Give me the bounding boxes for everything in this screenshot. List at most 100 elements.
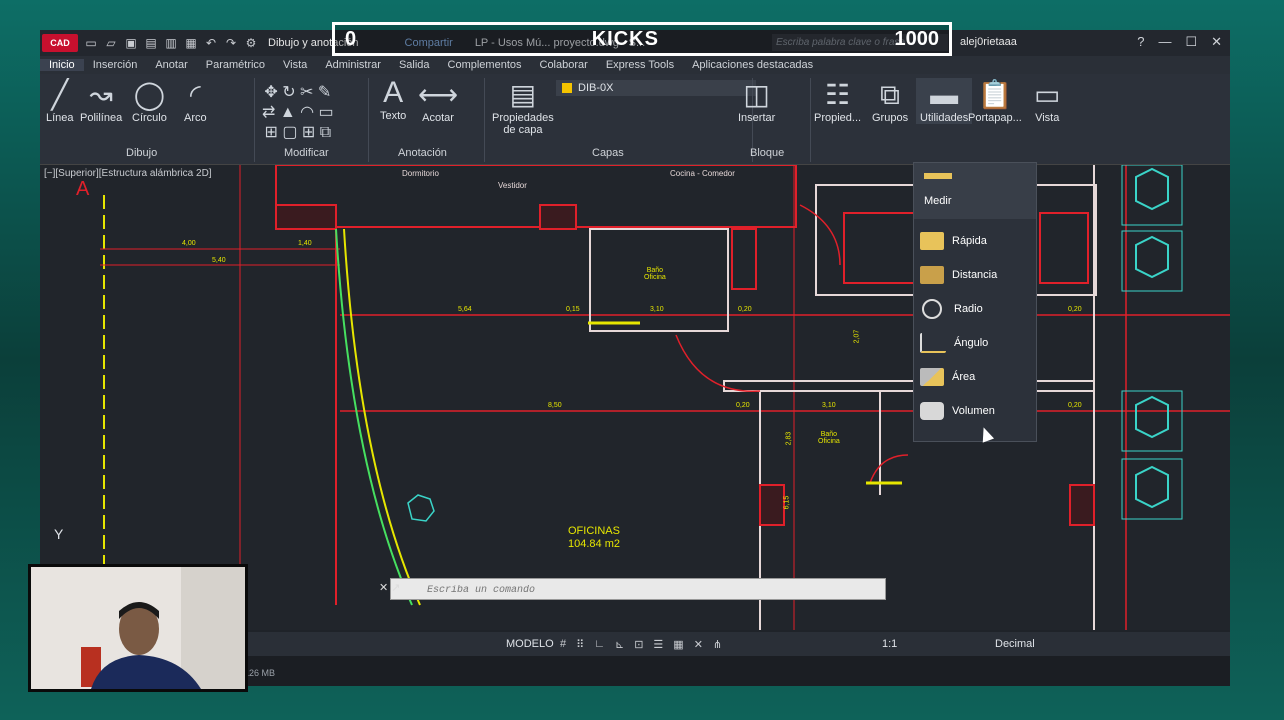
close-icon[interactable]: ✕ ↗: [379, 581, 401, 594]
snap-icon[interactable]: ⠿: [576, 638, 584, 651]
polar-icon[interactable]: ⊾: [615, 638, 624, 651]
view-tool[interactable]: ▭ Vista: [1034, 78, 1060, 124]
kicks-label: KICKS: [591, 27, 659, 50]
gear-icon[interactable]: ⚙: [244, 36, 258, 50]
annotation-scale[interactable]: 1:1: [882, 638, 897, 650]
layer-dropdown[interactable]: DIB-0X: [556, 80, 756, 96]
panel-modificar[interactable]: Modificar: [284, 147, 329, 159]
layers-icon: ▤: [509, 79, 537, 110]
door-swing: [799, 204, 841, 266]
maximize-icon[interactable]: ☐: [1185, 34, 1197, 50]
selection-icon[interactable]: ✕: [694, 638, 703, 651]
user-account[interactable]: alej0rietaaa: [960, 36, 1017, 48]
radius-icon: [922, 299, 942, 319]
view-icon: ▭: [1034, 79, 1061, 110]
arc-tool[interactable]: ◜ Arco: [184, 78, 207, 124]
polyline-tool[interactable]: ↝ Polilínea: [80, 78, 122, 124]
print-icon[interactable]: ▦: [184, 36, 198, 50]
tab-inicio[interactable]: Inicio: [40, 59, 84, 71]
tab-complementos[interactable]: Complementos: [439, 59, 531, 71]
tab-anotar[interactable]: Anotar: [146, 59, 196, 71]
redo-icon[interactable]: ↷: [224, 36, 238, 50]
dimension-tool[interactable]: ⟷ Acotar: [418, 78, 458, 124]
line-tool[interactable]: ╱ Línea: [46, 78, 74, 124]
transparency-icon[interactable]: ▦: [673, 638, 683, 651]
wall: [539, 204, 577, 230]
insert-tool[interactable]: ◫ Insertar: [738, 78, 775, 124]
webcam-overlay: [28, 564, 248, 692]
panel-anotacion[interactable]: Anotación: [398, 147, 447, 159]
new-file-icon[interactable]: ▭: [84, 36, 98, 50]
autocad-logo[interactable]: CAD: [42, 34, 78, 52]
clipboard-tool[interactable]: 📋 Portapap...: [968, 78, 1022, 124]
layer-properties-tool[interactable]: ▤ Propiedades de capa: [492, 78, 554, 136]
help-icon[interactable]: ?: [1137, 34, 1144, 50]
undo-icon[interactable]: ↶: [204, 36, 218, 50]
divider: [368, 78, 369, 162]
publish-icon[interactable]: ▥: [164, 36, 178, 50]
door-swing: [675, 334, 761, 392]
divider: [810, 78, 811, 162]
tab-aplicaciones[interactable]: Aplicaciones destacadas: [683, 59, 822, 71]
wall: [731, 228, 757, 290]
save-as-icon[interactable]: ▤: [144, 36, 158, 50]
osnap-icon[interactable]: ⊡: [634, 638, 643, 651]
divider: [254, 78, 255, 162]
tab-salida[interactable]: Salida: [390, 59, 439, 71]
text-icon: A: [383, 76, 404, 109]
kick-count-right: 1000: [894, 27, 939, 50]
text-tool[interactable]: A Texto: [380, 76, 406, 122]
tab-express-tools[interactable]: Express Tools: [597, 59, 683, 71]
panel-bloque[interactable]: Bloque: [750, 147, 784, 159]
kick-counter-overlay: 0 KICKS 1000: [332, 22, 952, 56]
medir-rapida[interactable]: Rápida: [914, 225, 1036, 257]
command-line[interactable]: ✕ ↗: [379, 578, 886, 601]
medir-distancia[interactable]: Distancia: [914, 259, 1036, 291]
column-frame: [1121, 165, 1183, 226]
panel-dibujo[interactable]: Dibujo: [126, 147, 157, 159]
wall: [723, 380, 1095, 392]
viewport-controls[interactable]: [−][Superior][Estructura alámbrica 2D]: [44, 168, 212, 179]
wall: [1039, 212, 1089, 284]
minimize-icon[interactable]: —: [1158, 34, 1171, 50]
dimension-text: 0,15: [566, 306, 580, 313]
drawing-canvas[interactable]: [−][Superior][Estructura alámbrica 2D] A…: [40, 165, 1230, 630]
axis-marker: A: [76, 178, 90, 200]
room-area: 104.84 m2: [568, 538, 620, 550]
tab-administrar[interactable]: Administrar: [316, 59, 390, 71]
model-tab[interactable]: MODELO: [506, 638, 554, 650]
medir-radio[interactable]: Radio: [914, 293, 1036, 325]
dimension-text: 3,10: [650, 306, 664, 313]
dimension-label: Acotar: [422, 112, 454, 124]
annotation-icon[interactable]: ⋔: [713, 638, 722, 651]
medir-area[interactable]: Área: [914, 361, 1036, 393]
command-input[interactable]: [425, 580, 849, 601]
close-icon[interactable]: ✕: [1211, 34, 1222, 50]
arc-icon: ◜: [189, 79, 201, 110]
room-label: Baño Oficina: [818, 431, 840, 445]
medir-volumen[interactable]: Volumen: [914, 395, 1036, 427]
window-controls: ? — ☐ ✕: [1137, 34, 1222, 50]
save-icon[interactable]: ▣: [124, 36, 138, 50]
medir-angulo[interactable]: Ángulo: [914, 327, 1036, 359]
wall: [759, 484, 785, 526]
tab-colaborar[interactable]: Colaborar: [531, 59, 597, 71]
groups-tool[interactable]: ⧉ Grupos: [872, 78, 908, 124]
lineweight-icon[interactable]: ☰: [653, 638, 663, 651]
grid-icon[interactable]: #: [560, 638, 566, 651]
utilities-tool[interactable]: ▬ Utilidades: [916, 78, 973, 124]
tab-insercion[interactable]: Inserción: [84, 59, 147, 71]
wall: [275, 204, 337, 230]
open-file-icon[interactable]: ▱: [104, 36, 118, 50]
tab-vista[interactable]: Vista: [274, 59, 316, 71]
modify-tools[interactable]: ✥ ↻ ✂ ✎ ⇄ ▲ ◠ ▭ ⊞ ▢ ⊞ ⧉: [262, 82, 334, 142]
tab-parametrico[interactable]: Paramétrico: [197, 59, 274, 71]
circle-tool[interactable]: ◯ Círculo: [132, 78, 167, 124]
medir-button[interactable]: Medir: [914, 163, 1036, 219]
panel-capas[interactable]: Capas: [592, 147, 624, 159]
units-selector[interactable]: Decimal: [995, 638, 1035, 650]
status-toggles: # ⠿ ∟ ⊾ ⊡ ☰ ▦ ✕ ⋔: [560, 638, 722, 651]
medir-dropdown: Medir Rápida Distancia Radio Ángulo Área…: [913, 162, 1037, 442]
properties-tool[interactable]: ☷ Propied...: [814, 78, 861, 124]
ortho-icon[interactable]: ∟: [594, 638, 605, 651]
